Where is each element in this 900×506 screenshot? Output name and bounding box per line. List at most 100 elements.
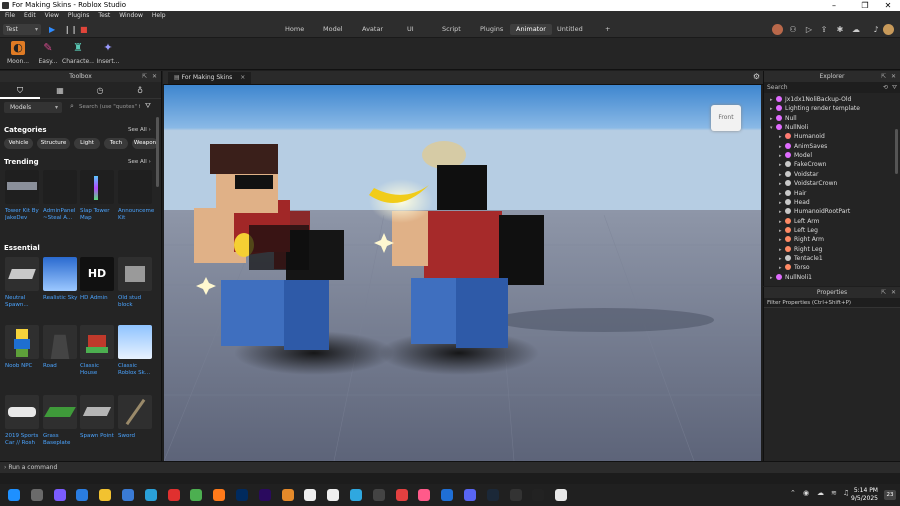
explorer-item[interactable]: ▸ Left Arm <box>779 217 820 226</box>
explorer-icon[interactable] <box>99 489 112 501</box>
tab-for-making-skins[interactable]: ▤ For Making Skins × <box>168 72 252 84</box>
bell-icon[interactable]: ♪ <box>870 23 882 36</box>
bag-icon[interactable]: ⛉ <box>0 82 40 99</box>
mode-dropdown[interactable]: Test ▾ <box>3 24 41 35</box>
asset-card[interactable]: Spawn Point <box>80 395 116 449</box>
explorer-item[interactable]: ▸ Head <box>779 198 810 207</box>
menu-view[interactable]: View <box>45 12 59 19</box>
grid-icon[interactable]: ▦ <box>40 82 80 99</box>
asset-card[interactable]: Old stud block <box>118 257 154 311</box>
tab-untitled[interactable]: Untitled <box>551 24 589 35</box>
tab-script[interactable]: Script <box>436 24 467 35</box>
popout-icon[interactable]: ⇱ <box>142 71 147 82</box>
tab-home[interactable]: Home <box>279 24 310 35</box>
menu-help[interactable]: Help <box>152 12 166 19</box>
explorer-item[interactable]: ▸ Jx1dx1NoliBackup-Old <box>770 95 851 104</box>
mail-icon[interactable] <box>76 489 89 501</box>
profile-icon[interactable] <box>883 24 894 35</box>
tab-animator[interactable]: Animator <box>510 24 552 35</box>
properties-filter-input[interactable]: Filter Properties (Ctrl+Shift+P) <box>764 298 900 308</box>
stop-icon[interactable]: ■ <box>80 25 88 34</box>
explorer-item[interactable]: ▸ VoidstarCrown <box>779 179 837 188</box>
explorer-item[interactable]: ▸ Lighting render template <box>770 104 860 113</box>
premiere-icon[interactable] <box>258 489 271 501</box>
toolbox-scrollbar[interactable] <box>156 117 159 187</box>
categories-see-all[interactable]: See All › <box>128 127 151 133</box>
explorer-item[interactable]: ▸ Null <box>770 114 797 123</box>
chip-weapon[interactable]: Weapon <box>132 138 158 149</box>
tab-model[interactable]: Model <box>317 24 349 35</box>
toolbox-search-input[interactable]: Search (use "quotes" fo <box>79 102 140 113</box>
asset-card[interactable]: 2019 Sports Car // Rosh <box>5 395 41 449</box>
viewport-settings-icon[interactable]: ⚙ <box>753 72 760 81</box>
close-button[interactable]: ✕ <box>876 0 900 11</box>
blender-icon[interactable] <box>281 489 294 501</box>
vscode-icon[interactable] <box>441 489 454 501</box>
filter-icon[interactable]: ⛛ <box>892 82 897 93</box>
store-icon[interactable] <box>122 489 134 501</box>
maximize-button[interactable]: ❐ <box>853 0 877 11</box>
media-icon[interactable] <box>418 489 431 501</box>
asset-card[interactable]: Classic Roblox Sk... <box>118 325 154 379</box>
tray-chevron-icon[interactable]: ⌃ <box>790 489 796 497</box>
close-icon[interactable]: ✕ <box>891 71 896 82</box>
asset-card[interactable]: Slap Tower Map <box>80 170 116 224</box>
explorer-search-input[interactable]: Search ⟲ ⛛ <box>764 82 900 93</box>
category-dropdown[interactable]: Models ▾ <box>4 102 62 113</box>
chip-tech[interactable]: Tech <box>104 138 128 149</box>
close-icon[interactable]: ✕ <box>891 287 896 298</box>
filter-icon[interactable]: ⛛ <box>145 102 151 111</box>
explorer-item[interactable]: ▸ Left Leg <box>779 226 818 235</box>
asset-card[interactable]: Classic House <box>80 325 116 379</box>
asset-card[interactable]: Tower Kit By JakeDev <box>5 170 41 224</box>
notification-badge[interactable]: 23 <box>884 490 896 500</box>
cloud-icon[interactable]: ☁ <box>850 23 862 36</box>
explorer-item[interactable]: ▾ NullNoli <box>770 123 808 132</box>
asset-card[interactable]: Announcement Kit <box>118 170 154 224</box>
menu-file[interactable]: File <box>5 12 15 19</box>
capcut-icon[interactable] <box>532 489 545 501</box>
character-button[interactable]: ♜ Characte... <box>62 41 94 65</box>
chip-vehicle[interactable]: Vehicle <box>4 138 33 149</box>
taskview-icon[interactable] <box>30 489 43 501</box>
explorer-item[interactable]: ▸ Tentacle1 <box>779 254 823 263</box>
moon-animator-button[interactable]: ◐ Moon... <box>2 41 34 65</box>
asset-card[interactable]: Grass Baseplate <box>43 395 79 449</box>
explorer-item[interactable]: ▸ Model <box>779 151 812 160</box>
3d-viewport[interactable]: Front <box>164 85 761 461</box>
onedrive-icon[interactable]: ☁ <box>817 489 824 497</box>
easy-pose-button[interactable]: ✎ Easy... <box>32 41 64 65</box>
explorer-item[interactable]: ▸ NullNoli1 <box>770 273 812 282</box>
explorer-item[interactable]: ▸ Right Arm <box>779 235 824 244</box>
menu-test[interactable]: Test <box>98 12 110 19</box>
explorer-item[interactable]: ▸ Hair <box>779 189 806 198</box>
collab-icon[interactable]: ⚇ <box>787 23 799 36</box>
asset-card[interactable]: HD HD Admin <box>80 257 116 311</box>
anydesk-icon[interactable] <box>395 489 408 501</box>
asset-card[interactable]: AdminPanel ~Steal A... <box>43 170 79 224</box>
menu-window[interactable]: Window <box>119 12 143 19</box>
obs-icon[interactable] <box>509 489 522 501</box>
copilot-icon[interactable] <box>53 489 66 501</box>
asset-card[interactable]: Noob NPC <box>5 325 41 379</box>
firefox-icon[interactable] <box>213 489 226 501</box>
asset-card[interactable]: Sword <box>118 395 154 449</box>
explorer-scrollbar[interactable] <box>895 129 898 174</box>
explorer-item[interactable]: ▸ HumanoidRootPart <box>779 207 850 216</box>
opera-icon[interactable] <box>167 489 180 501</box>
explorer-item[interactable]: ▸ Voidstar <box>779 170 818 179</box>
animate-icon[interactable] <box>236 489 248 501</box>
volume-icon[interactable]: ♫ <box>843 489 849 497</box>
asset-card[interactable]: Road <box>43 325 79 379</box>
history-icon[interactable]: ⟲ <box>883 82 888 93</box>
system-clock[interactable]: 5:14 PM 9/5/2025 <box>851 487 878 503</box>
explorer-item[interactable]: ▸ Right Leg <box>779 245 822 254</box>
bulb-icon[interactable]: ♁ <box>120 82 160 99</box>
minimize-button[interactable]: – <box>822 0 846 11</box>
chevron-right-icon[interactable]: ▸ <box>770 274 776 283</box>
steam-icon[interactable] <box>486 489 499 501</box>
edge-icon[interactable] <box>144 489 157 501</box>
clock-icon[interactable]: ◷ <box>80 82 120 99</box>
file-icon[interactable] <box>304 489 317 501</box>
command-bar[interactable]: › Run a command <box>0 461 900 473</box>
